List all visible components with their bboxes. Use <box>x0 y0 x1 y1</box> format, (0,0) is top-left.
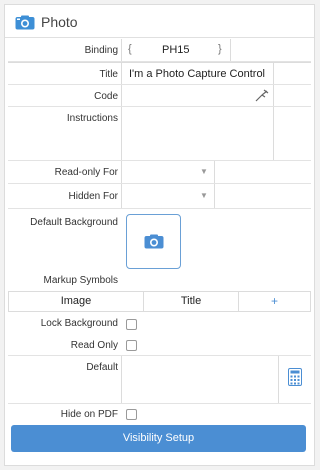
hidden-for-label: Hidden For <box>68 191 118 202</box>
code-edit-icon[interactable] <box>255 89 269 102</box>
hidden-for-select[interactable]: ▼ <box>122 184 214 208</box>
default-background-row: Default Background <box>8 209 311 271</box>
lock-background-row: Lock Background <box>8 313 311 335</box>
markup-symbols-row: Markup Symbols <box>8 271 311 291</box>
divider <box>214 184 215 208</box>
panel-title: Photo <box>41 14 78 30</box>
read-only-row: Read Only <box>8 335 311 356</box>
divider <box>121 107 122 160</box>
read-only-label: Read Only <box>70 340 118 351</box>
title-column-header: Title <box>180 295 202 307</box>
divider <box>121 63 122 84</box>
divider <box>273 85 274 106</box>
code-row: Code <box>8 85 311 107</box>
default-background-label: Default Background <box>30 217 118 228</box>
divider <box>278 356 279 403</box>
divider <box>121 85 122 106</box>
default-label: Default <box>86 362 118 373</box>
divider <box>273 63 274 84</box>
image-column-header: Image <box>60 295 92 307</box>
divider <box>230 39 231 61</box>
markup-symbols-label: Markup Symbols <box>43 275 118 286</box>
binding-label: Binding <box>84 45 118 56</box>
hidden-for-row: Hidden For ▼ <box>8 184 311 209</box>
readonly-for-row: Read-only For ▼ <box>8 161 311 184</box>
title-input[interactable]: I'm a Photo Capture Control <box>129 68 265 80</box>
code-label: Code <box>94 91 118 102</box>
title-row: Title I'm a Photo Capture Control <box>8 62 311 85</box>
readonly-for-label: Read-only For <box>54 167 118 178</box>
binding-brace-close: } <box>218 43 222 55</box>
properties-panel: Photo Binding { PH15 } Title I'm a Photo… <box>4 4 315 466</box>
add-symbol-button[interactable]: + <box>239 292 310 311</box>
instructions-row: Instructions <box>8 107 311 161</box>
panel-header: Photo <box>5 5 314 38</box>
binding-brace-open: { <box>128 43 132 55</box>
visibility-setup-button[interactable]: Visibility Setup <box>11 425 306 452</box>
background-photo-button[interactable] <box>126 214 181 269</box>
divider <box>273 107 274 160</box>
calculator-icon[interactable] <box>288 368 302 386</box>
binding-field[interactable]: { PH15 } <box>122 39 230 61</box>
instructions-label: Instructions <box>66 113 118 124</box>
hide-on-pdf-row: Hide on PDF <box>8 404 311 425</box>
lock-background-label: Lock Background <box>40 318 118 329</box>
chevron-down-icon: ▼ <box>200 191 208 200</box>
divider <box>121 356 122 403</box>
lock-background-checkbox[interactable] <box>126 319 137 330</box>
camera-icon <box>15 15 35 30</box>
title-label: Title <box>99 69 118 80</box>
read-only-checkbox[interactable] <box>126 340 137 351</box>
chevron-down-icon: ▼ <box>200 167 208 176</box>
hide-on-pdf-checkbox[interactable] <box>126 409 137 420</box>
binding-value: PH15 <box>162 44 190 56</box>
hide-on-pdf-label: Hide on PDF <box>60 409 118 420</box>
readonly-for-select[interactable]: ▼ <box>122 161 214 183</box>
binding-row: Binding { PH15 } <box>8 39 311 62</box>
divider <box>214 161 215 183</box>
default-row: Default <box>8 356 311 404</box>
camera-icon <box>144 234 164 249</box>
markup-symbols-table-header: Image Title + <box>8 291 311 312</box>
